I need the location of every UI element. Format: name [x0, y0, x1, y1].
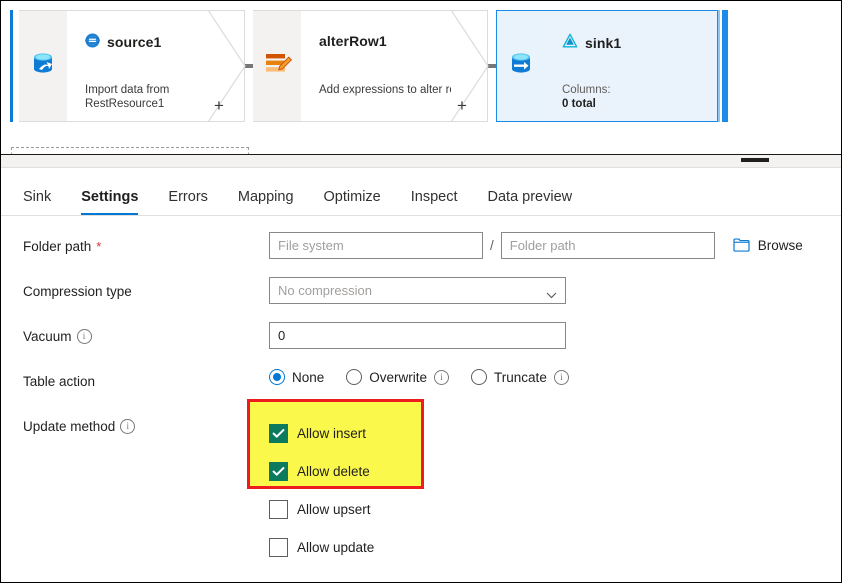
vacuum-label: Vacuum	[23, 329, 72, 344]
compression-type-select[interactable]: No compression	[269, 277, 566, 304]
allow-delete-checkbox[interactable]	[269, 461, 288, 481]
add-node-after-source-button[interactable]: +	[214, 97, 224, 114]
tab-sink[interactable]: Sink	[23, 189, 51, 215]
vacuum-label-group: Vacuum i	[23, 322, 269, 344]
vacuum-row: Vacuum i	[23, 322, 819, 367]
overwrite-info-icon[interactable]: i	[434, 369, 450, 385]
alterrow-node-output-chevron: +	[451, 10, 491, 122]
sink-node-subtitle: Columns: 0 total	[562, 83, 707, 111]
splitter-grip-handle[interactable]	[741, 158, 769, 162]
rest-source-icon	[85, 33, 100, 51]
tab-optimize[interactable]: Optimize	[324, 189, 381, 215]
compression-type-label: Compression type	[23, 284, 132, 299]
path-separator: /	[490, 238, 494, 253]
alterrow-node-icon-column	[253, 10, 301, 122]
folder-path-label-group: Folder path *	[23, 232, 269, 254]
compression-type-select-wrap[interactable]: No compression	[269, 277, 566, 304]
delta-lake-icon	[562, 33, 578, 52]
table-action-radio-group: None Overwrite i Truncate i	[269, 367, 569, 385]
sink-node-title: sink1	[585, 34, 622, 51]
update-method-info-icon[interactable]: i	[120, 419, 136, 434]
update-method-controls: Allow insert Allow delete Allow upsert A…	[247, 399, 819, 566]
vacuum-controls	[269, 322, 819, 349]
allow-upsert-label: Allow upsert	[297, 501, 371, 517]
dataflow-ghost-placeholder	[11, 147, 249, 154]
allow-upsert-checkbox[interactable]	[269, 499, 288, 519]
radio-truncate-label: Truncate	[494, 369, 547, 385]
tab-inspect[interactable]: Inspect	[411, 189, 458, 215]
browse-label: Browse	[757, 238, 803, 253]
update-method-option-allow-delete[interactable]: Allow delete	[269, 452, 374, 490]
folder-path-row: Folder path * / Browse	[23, 232, 819, 277]
source-node-icon-column	[19, 10, 67, 122]
settings-tab-strip: Sink Settings Errors Mapping Optimize In…	[1, 168, 841, 216]
screen-root: source1 Import data from RestResource1 +	[0, 0, 842, 583]
source-node-output-chevron: +	[208, 10, 248, 122]
tab-mapping[interactable]: Mapping	[238, 189, 294, 215]
tab-data-preview[interactable]: Data preview	[488, 189, 573, 215]
vacuum-input[interactable]	[269, 322, 566, 349]
tab-settings[interactable]: Settings	[81, 189, 139, 215]
allow-update-label: Allow update	[297, 539, 375, 555]
sink-node-right-rail	[718, 10, 728, 122]
database-source-cylinder-icon	[30, 50, 56, 83]
sink-columns-value: 0 total	[562, 98, 596, 110]
tab-errors[interactable]: Errors	[168, 189, 207, 215]
update-method-option-allow-insert[interactable]: Allow insert	[269, 414, 374, 452]
table-action-controls: None Overwrite i Truncate i	[269, 367, 819, 385]
table-action-option-truncate[interactable]: Truncate i	[471, 369, 569, 385]
table-action-option-none[interactable]: None	[269, 369, 324, 385]
update-method-row: Update method i Allow insert Allow delet…	[23, 399, 819, 566]
source-node-title: source1	[107, 34, 162, 50]
sink-columns-label: Columns:	[562, 84, 611, 96]
truncate-info-icon[interactable]: i	[553, 369, 569, 385]
folder-path-label: Folder path	[23, 239, 92, 254]
allow-insert-checkbox[interactable]	[269, 423, 288, 443]
radio-none-indicator[interactable]	[269, 369, 285, 385]
dataflow-node-sink1[interactable]: sink1 Columns: 0 total	[496, 10, 728, 122]
panel-splitter[interactable]	[1, 155, 841, 168]
browse-button[interactable]: Browse	[733, 237, 803, 255]
allow-delete-label: Allow delete	[297, 463, 370, 479]
allow-insert-label: Allow insert	[297, 425, 367, 441]
sink-node-title-row: sink1	[562, 33, 621, 52]
update-method-checkbox-group: Allow insert Allow delete Allow upsert A…	[247, 399, 424, 566]
alterrow-node-title: alterRow1	[319, 33, 387, 49]
update-method-option-allow-upsert[interactable]: Allow upsert	[269, 490, 374, 528]
add-node-after-alterrow-button[interactable]: +	[457, 97, 467, 114]
radio-overwrite-indicator[interactable]	[346, 369, 363, 385]
source-node-title-row: source1	[85, 33, 161, 51]
database-sink-cylinder-icon	[508, 50, 534, 83]
update-method-option-allow-update[interactable]: Allow update	[269, 528, 374, 566]
folder-path-input[interactable]	[500, 232, 715, 259]
vacuum-info-icon[interactable]: i	[76, 329, 92, 344]
radio-overwrite-label: Overwrite	[369, 369, 428, 385]
table-action-option-overwrite[interactable]: Overwrite i	[346, 369, 450, 385]
table-action-label: Table action	[23, 374, 96, 389]
compression-type-row: Compression type No compression	[23, 277, 819, 322]
radio-truncate-indicator[interactable]	[471, 369, 488, 385]
update-method-label-group: Update method i	[23, 412, 269, 434]
file-system-input[interactable]	[269, 232, 483, 259]
alter-row-icon	[262, 49, 293, 84]
sink-node-body: sink1 Columns: 0 total	[544, 10, 718, 122]
folder-path-controls: / Browse	[269, 232, 819, 259]
compression-type-controls: No compression	[269, 277, 819, 304]
update-method-label: Update method	[23, 419, 116, 434]
folder-path-required-marker: *	[96, 239, 102, 254]
folder-icon	[733, 237, 750, 255]
dataflow-canvas[interactable]: source1 Import data from RestResource1 +	[1, 1, 841, 155]
radio-none-label: None	[292, 369, 325, 385]
allow-update-checkbox[interactable]	[269, 537, 288, 557]
sink-settings-form: Folder path * / Browse	[1, 216, 841, 566]
sink-node-icon-column	[496, 10, 544, 122]
